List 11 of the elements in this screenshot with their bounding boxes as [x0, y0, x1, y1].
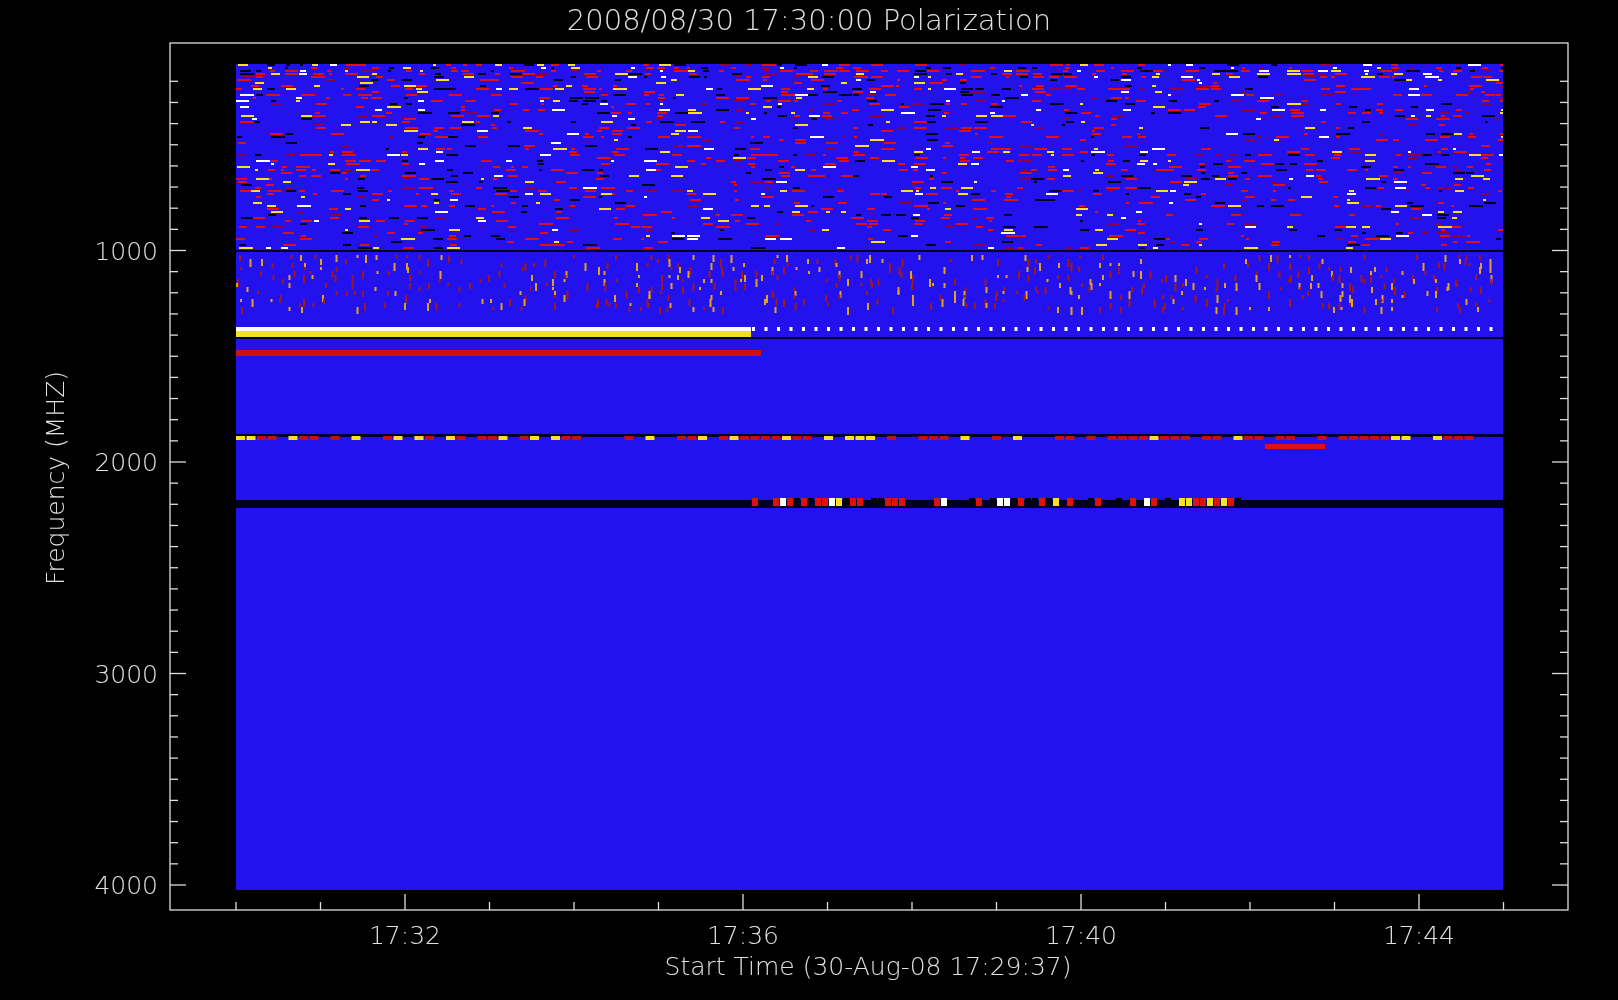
- plot-title: 2008/08/30 17:30:00 Polarization: [566, 3, 1052, 37]
- y-tick-label: 2000: [94, 448, 158, 477]
- y-tick-label: 1000: [94, 236, 158, 266]
- x-axis-label: Start Time (30-Aug-08 17:29:37): [664, 952, 1072, 981]
- x-tick-label: 17:36: [707, 921, 779, 950]
- y-axis-label: Frequency (MHZ): [41, 370, 70, 586]
- y-tick-label: 4000: [94, 871, 158, 900]
- x-tick-label: 17:40: [1045, 921, 1117, 950]
- x-tick-label: 17:32: [369, 921, 441, 950]
- y-tick-label: 3000: [94, 659, 158, 689]
- x-tick-label: 17:44: [1383, 921, 1455, 950]
